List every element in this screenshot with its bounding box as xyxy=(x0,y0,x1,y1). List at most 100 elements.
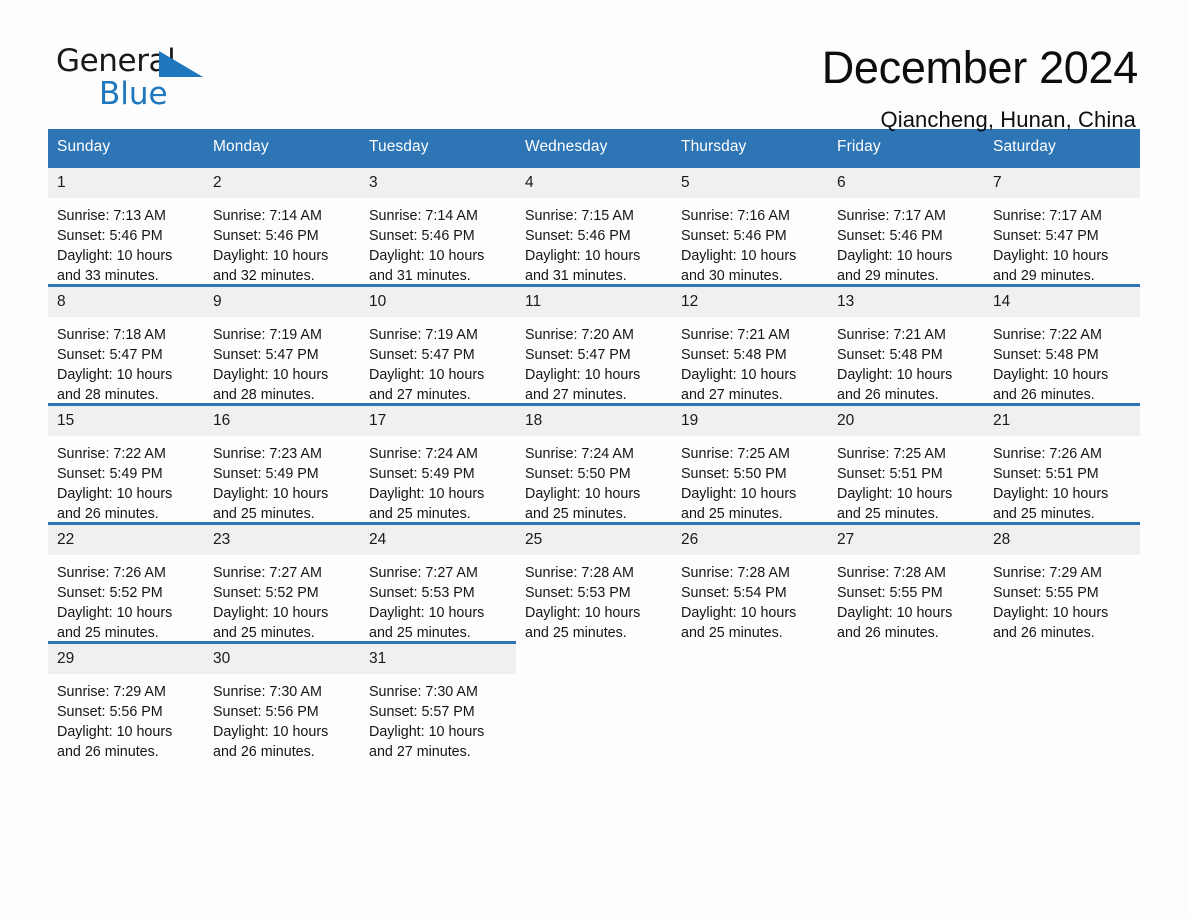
calendar-week-row: 15 Sunrise: 7:22 AM Sunset: 5:49 PM Dayligh… xyxy=(48,403,1140,524)
day-cell-body: Sunrise: 7:21 AM Sunset: 5:48 PM Daylight:… xyxy=(828,317,984,403)
calendar-day-cell[interactable]: 9 Sunrise: 7:19 AM Sunset: 5:47 PM Daylight… xyxy=(204,284,360,405)
daylight-duration: Daylight: 10 hours and 28 minutes. xyxy=(213,367,329,403)
sunrise-time: Sunrise: 7:14 AM xyxy=(369,208,478,224)
day-number-band: 11 xyxy=(516,287,672,317)
day-cell-body: Sunrise: 7:19 AM Sunset: 5:47 PM Daylight:… xyxy=(360,317,516,403)
day-cell-body: Sunrise: 7:20 AM Sunset: 5:47 PM Daylight:… xyxy=(516,317,672,403)
calendar-day-cell[interactable]: 29 Sunrise: 7:29 AM Sunset: 5:56 PM Dayligh… xyxy=(48,641,204,760)
day-number: 10 xyxy=(369,293,387,310)
day-number-band xyxy=(984,644,1140,674)
calendar-day-cell[interactable]: 30 Sunrise: 7:30 AM Sunset: 5:56 PM Dayligh… xyxy=(204,641,360,760)
day-number: 21 xyxy=(993,412,1011,429)
day-cell-body: Sunrise: 7:26 AM Sunset: 5:51 PM Daylight:… xyxy=(984,436,1140,522)
sunrise-time: Sunrise: 7:28 AM xyxy=(837,565,946,581)
calendar-day-cell[interactable]: 13 Sunrise: 7:21 AM Sunset: 5:48 PM Dayligh… xyxy=(828,284,984,405)
calendar-day-cell[interactable]: 5 Sunrise: 7:16 AM Sunset: 5:46 PM Daylight… xyxy=(672,165,828,286)
calendar-day-cell[interactable]: 1 Sunrise: 7:13 AM Sunset: 5:46 PM Daylight… xyxy=(48,165,204,286)
calendar-day-cell[interactable]: 18 Sunrise: 7:24 AM Sunset: 5:50 PM Dayligh… xyxy=(516,403,672,524)
day-cell-body: Sunrise: 7:22 AM Sunset: 5:48 PM Daylight:… xyxy=(984,317,1140,403)
day-number-band: 25 xyxy=(516,525,672,555)
day-number-band: 9 xyxy=(204,287,360,317)
sunrise-time: Sunrise: 7:21 AM xyxy=(837,327,946,343)
calendar-day-cell[interactable]: 12 Sunrise: 7:21 AM Sunset: 5:48 PM Dayligh… xyxy=(672,284,828,405)
calendar-day-cell[interactable]: 16 Sunrise: 7:23 AM Sunset: 5:49 PM Dayligh… xyxy=(204,403,360,524)
calendar-day-cell[interactable]: 3 Sunrise: 7:14 AM Sunset: 5:46 PM Daylight… xyxy=(360,165,516,286)
calendar-day-cell[interactable]: 24 Sunrise: 7:27 AM Sunset: 5:53 PM Dayligh… xyxy=(360,522,516,643)
day-number: 14 xyxy=(993,293,1011,310)
sunrise-sunset-calendar-table: Sunday Monday Tuesday Wednesday Thursday… xyxy=(48,129,1140,760)
sunset-time: Sunset: 5:52 PM xyxy=(57,585,163,601)
weekday-header-saturday: Saturday xyxy=(984,129,1140,167)
general-blue-logo[interactable]: General Blue xyxy=(56,46,216,116)
calendar-day-cell[interactable]: 4 Sunrise: 7:15 AM Sunset: 5:46 PM Daylight… xyxy=(516,165,672,286)
day-cell-body: Sunrise: 7:30 AM Sunset: 5:57 PM Daylight:… xyxy=(360,674,516,760)
daylight-duration: Daylight: 10 hours and 31 minutes. xyxy=(525,248,641,284)
calendar-day-cell[interactable]: 14 Sunrise: 7:22 AM Sunset: 5:48 PM Dayligh… xyxy=(984,284,1140,405)
day-cell-body: Sunrise: 7:29 AM Sunset: 5:55 PM Daylight:… xyxy=(984,555,1140,641)
weekday-header-thursday: Thursday xyxy=(672,129,828,167)
calendar-day-cell[interactable]: 10 Sunrise: 7:19 AM Sunset: 5:47 PM Dayligh… xyxy=(360,284,516,405)
calendar-page: General Blue December 2024 Qiancheng, Hu… xyxy=(0,0,1188,918)
sunrise-time: Sunrise: 7:15 AM xyxy=(525,208,634,224)
sunrise-time: Sunrise: 7:19 AM xyxy=(213,327,322,343)
sunrise-time: Sunrise: 7:22 AM xyxy=(57,446,166,462)
calendar-day-cell[interactable]: 8 Sunrise: 7:18 AM Sunset: 5:47 PM Daylight… xyxy=(48,284,204,405)
calendar-day-cell[interactable]: 6 Sunrise: 7:17 AM Sunset: 5:46 PM Daylight… xyxy=(828,165,984,286)
day-cell-body: Sunrise: 7:15 AM Sunset: 5:46 PM Daylight:… xyxy=(516,198,672,284)
calendar-day-cell[interactable]: 31 Sunrise: 7:30 AM Sunset: 5:57 PM Dayligh… xyxy=(360,641,516,760)
calendar-day-cell[interactable]: 21 Sunrise: 7:26 AM Sunset: 5:51 PM Dayligh… xyxy=(984,403,1140,524)
sunset-time: Sunset: 5:46 PM xyxy=(213,228,319,244)
sunrise-time: Sunrise: 7:14 AM xyxy=(213,208,322,224)
day-number: 26 xyxy=(681,531,699,548)
calendar-empty-cell xyxy=(984,643,1140,761)
calendar-day-cell[interactable]: 11 Sunrise: 7:20 AM Sunset: 5:47 PM Dayligh… xyxy=(516,284,672,405)
calendar-week-row: 22 Sunrise: 7:26 AM Sunset: 5:52 PM Dayligh… xyxy=(48,522,1140,643)
day-number: 20 xyxy=(837,412,855,429)
sunset-time: Sunset: 5:49 PM xyxy=(369,466,475,482)
day-cell-body: Sunrise: 7:22 AM Sunset: 5:49 PM Daylight:… xyxy=(48,436,204,522)
sunset-time: Sunset: 5:47 PM xyxy=(993,228,1099,244)
day-number-band: 30 xyxy=(204,644,360,674)
daylight-duration: Daylight: 10 hours and 25 minutes. xyxy=(213,486,329,522)
sunrise-time: Sunrise: 7:25 AM xyxy=(837,446,946,462)
calendar-day-cell[interactable]: 23 Sunrise: 7:27 AM Sunset: 5:52 PM Dayligh… xyxy=(204,522,360,643)
calendar-day-cell[interactable]: 22 Sunrise: 7:26 AM Sunset: 5:52 PM Dayligh… xyxy=(48,522,204,643)
weekday-header-friday: Friday xyxy=(828,129,984,167)
day-number-band: 13 xyxy=(828,287,984,317)
calendar-day-cell[interactable]: 28 Sunrise: 7:29 AM Sunset: 5:55 PM Dayligh… xyxy=(984,522,1140,643)
calendar-header-row-group: Sunday Monday Tuesday Wednesday Thursday… xyxy=(48,129,1140,167)
sunset-time: Sunset: 5:46 PM xyxy=(57,228,163,244)
day-number-band: 21 xyxy=(984,406,1140,436)
weekday-header-wednesday: Wednesday xyxy=(516,129,672,167)
day-cell-body: Sunrise: 7:25 AM Sunset: 5:50 PM Daylight:… xyxy=(672,436,828,522)
calendar-day-cell[interactable]: 17 Sunrise: 7:24 AM Sunset: 5:49 PM Dayligh… xyxy=(360,403,516,524)
day-number-band: 16 xyxy=(204,406,360,436)
calendar-day-cell[interactable]: 25 Sunrise: 7:28 AM Sunset: 5:53 PM Dayligh… xyxy=(516,522,672,643)
sunset-time: Sunset: 5:50 PM xyxy=(681,466,787,482)
sunrise-time: Sunrise: 7:29 AM xyxy=(993,565,1102,581)
calendar-day-cell[interactable]: 7 Sunrise: 7:17 AM Sunset: 5:47 PM Daylight… xyxy=(984,165,1140,286)
day-number-band: 5 xyxy=(672,168,828,198)
daylight-duration: Daylight: 10 hours and 26 minutes. xyxy=(57,486,173,522)
sunset-time: Sunset: 5:49 PM xyxy=(57,466,163,482)
sunset-time: Sunset: 5:54 PM xyxy=(681,585,787,601)
daylight-duration: Daylight: 10 hours and 26 minutes. xyxy=(213,724,329,760)
day-number: 18 xyxy=(525,412,543,429)
calendar-empty-cell xyxy=(828,643,984,761)
day-cell-body: Sunrise: 7:19 AM Sunset: 5:47 PM Daylight:… xyxy=(204,317,360,403)
calendar-day-cell[interactable]: 26 Sunrise: 7:28 AM Sunset: 5:54 PM Dayligh… xyxy=(672,522,828,643)
sunrise-time: Sunrise: 7:28 AM xyxy=(681,565,790,581)
calendar-day-cell[interactable]: 2 Sunrise: 7:14 AM Sunset: 5:46 PM Daylight… xyxy=(204,165,360,286)
calendar-day-cell[interactable]: 27 Sunrise: 7:28 AM Sunset: 5:55 PM Dayligh… xyxy=(828,522,984,643)
day-cell-body: Sunrise: 7:24 AM Sunset: 5:49 PM Daylight:… xyxy=(360,436,516,522)
calendar-day-cell[interactable]: 19 Sunrise: 7:25 AM Sunset: 5:50 PM Dayligh… xyxy=(672,403,828,524)
day-number-band: 26 xyxy=(672,525,828,555)
day-cell-body: Sunrise: 7:18 AM Sunset: 5:47 PM Daylight:… xyxy=(48,317,204,403)
sunset-time: Sunset: 5:53 PM xyxy=(369,585,475,601)
calendar-day-cell[interactable]: 15 Sunrise: 7:22 AM Sunset: 5:49 PM Dayligh… xyxy=(48,403,204,524)
day-number: 9 xyxy=(213,293,222,310)
calendar-week-row: 29 Sunrise: 7:29 AM Sunset: 5:56 PM Dayligh… xyxy=(48,641,1140,761)
sunset-time: Sunset: 5:47 PM xyxy=(213,347,319,363)
sunrise-time: Sunrise: 7:18 AM xyxy=(57,327,166,343)
calendar-day-cell[interactable]: 20 Sunrise: 7:25 AM Sunset: 5:51 PM Dayligh… xyxy=(828,403,984,524)
